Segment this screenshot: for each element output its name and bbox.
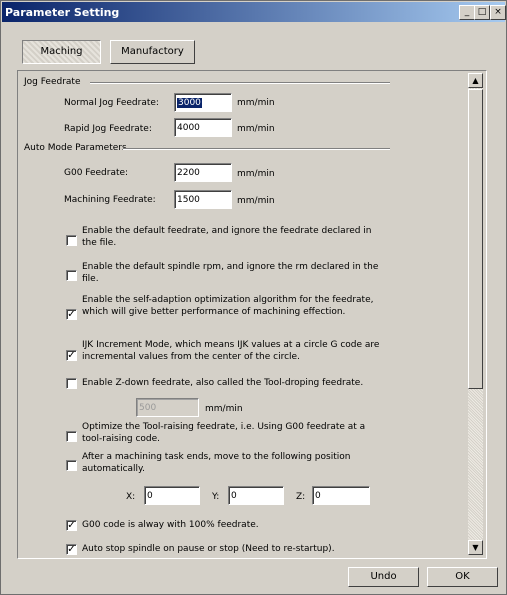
g00-feedrate-unit: mm/min [237,169,275,179]
auto-mode-group-label: Auto Mode Parameters [24,143,127,153]
option-z-down-checkbox[interactable] [66,378,77,389]
option-ijk-increment-label: IJK Increment Mode, which means IJK valu… [82,340,380,362]
jog-feedrate-group-label: Jog Feedrate [24,77,81,87]
option-g00-100-label: G00 code is alway with 100% feedrate. [82,520,259,530]
ok-button[interactable]: OK [427,567,498,587]
normal-jog-feedrate-label: Normal Jog Feedrate: [64,98,159,108]
scroll-down-icon[interactable]: ▼ [468,540,483,555]
option-auto-move-label: After a machining task ends, move to the… [82,452,351,474]
tab-maching[interactable]: Maching [22,40,101,64]
machining-feedrate-label: Machining Feedrate: [64,195,156,205]
option-auto-move-checkbox[interactable] [66,460,77,471]
option-ijk-increment-checkbox[interactable]: ✓ [66,350,77,361]
undo-button[interactable]: Undo [348,567,419,587]
window-title: Parameter Setting [5,6,120,19]
position-y-label: Y: [212,492,220,502]
z-down-feedrate-unit: mm/min [205,404,243,414]
position-y-input[interactable]: 0 [228,486,284,505]
rapid-jog-feedrate-input[interactable]: 4000 [174,118,232,137]
maximize-icon[interactable]: □ [474,5,490,20]
position-z-input[interactable]: 0 [312,486,370,505]
option-self-adaption-checkbox[interactable]: ✓ [66,309,77,320]
normal-jog-unit: mm/min [237,98,275,108]
rapid-jog-feedrate-label: Rapid Jog Feedrate: [64,124,152,134]
option-self-adaption-label: Enable the self-adaption optimization al… [82,295,374,317]
position-x-label: X: [126,492,136,502]
option-default-feedrate-checkbox[interactable] [66,235,77,246]
machining-feedrate-input[interactable]: 1500 [174,190,232,209]
option-z-down-label: Enable Z-down feedrate, also called the … [82,378,364,388]
settings-panel: Jog Feedrate Normal Jog Feedrate: 3000 m… [17,70,487,559]
option-tool-raising-checkbox[interactable] [66,431,77,442]
option-default-feedrate-label: Enable the default feedrate, and ignore … [82,226,372,248]
title-bar[interactable]: Parameter Setting _ □ × [2,2,506,22]
auto-group-divider [123,148,390,150]
option-default-spindle-checkbox[interactable] [66,270,77,281]
option-auto-stop-spindle-checkbox[interactable]: ✓ [66,544,77,555]
scrollbar-thumb[interactable] [468,89,483,389]
normal-jog-feedrate-input[interactable]: 3000 [174,93,232,112]
vertical-scrollbar[interactable]: ▲ ▼ [468,73,483,555]
position-z-label: Z: [296,492,306,502]
minimize-icon[interactable]: _ [459,5,475,20]
option-g00-100-checkbox[interactable]: ✓ [66,520,77,531]
scroll-up-icon[interactable]: ▲ [468,73,483,88]
option-auto-stop-spindle-label: Auto stop spindle on pause or stop (Need… [82,544,335,554]
g00-feedrate-label: G00 Feedrate: [64,168,129,178]
option-default-spindle-label: Enable the default spindle rpm, and igno… [82,262,379,284]
close-icon[interactable]: × [490,5,506,20]
z-down-feedrate-input[interactable]: 500 [136,398,199,417]
g00-feedrate-input[interactable]: 2200 [174,163,232,182]
tab-manufactory[interactable]: Manufactory [110,40,195,64]
machining-feedrate-unit: mm/min [237,196,275,206]
rapid-jog-unit: mm/min [237,124,275,134]
position-x-input[interactable]: 0 [144,486,200,505]
option-tool-raising-label: Optimize the Tool-raising feedrate, i.e.… [82,422,366,444]
normal-jog-feedrate-value: 3000 [177,98,202,108]
jog-group-divider [90,82,390,84]
parameter-setting-window: Parameter Setting _ □ × Maching Manufact… [0,0,507,595]
